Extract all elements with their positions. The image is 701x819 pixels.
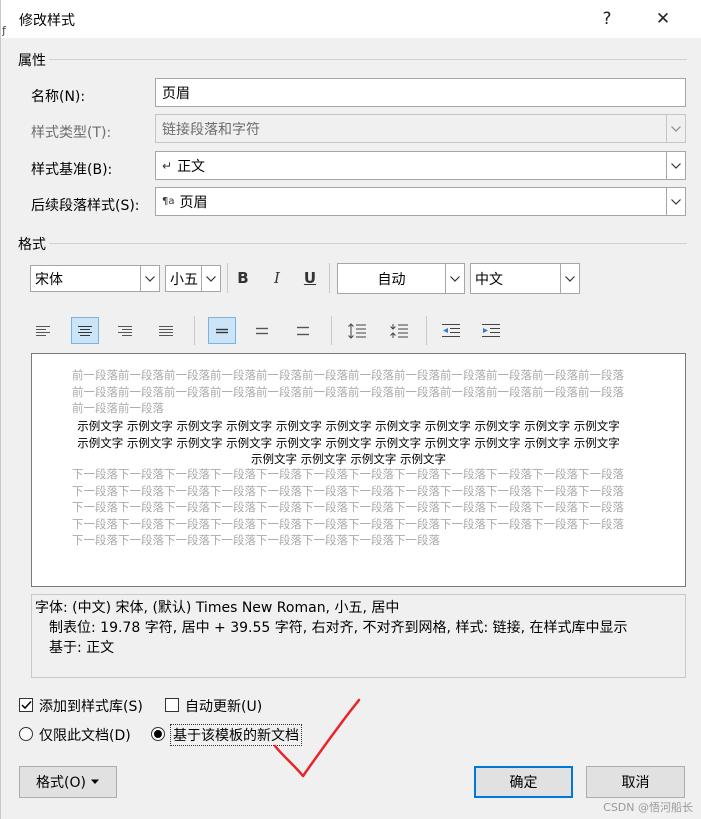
- single-spacing-button[interactable]: [208, 317, 236, 344]
- format-section-label: 格式: [18, 237, 46, 253]
- one-half-spacing-icon: [256, 327, 268, 334]
- next-paragraph-value: 页眉: [179, 194, 208, 211]
- align-center-button[interactable]: [71, 317, 99, 344]
- format-divider: [49, 243, 687, 244]
- chevron-down-icon: [666, 115, 685, 142]
- font-size-select[interactable]: 小五: [165, 265, 221, 292]
- font-value: 宋体: [35, 271, 63, 288]
- decrease-indent-button[interactable]: [437, 317, 465, 344]
- description-line-2: 制表位: 19.78 字符, 居中 + 39.55 字符, 右对齐, 不对齐到网…: [49, 620, 628, 636]
- double-spacing-icon: [297, 326, 309, 335]
- auto-update-checkbox[interactable]: [165, 698, 179, 712]
- format-menu-label: 格式(O): [36, 775, 86, 791]
- align-left-button[interactable]: [29, 317, 57, 344]
- align-center-icon: [78, 325, 92, 336]
- font-size-value: 小五: [170, 271, 198, 288]
- increase-indent-icon: [482, 323, 500, 337]
- new-documents-template-radio[interactable]: [151, 727, 165, 741]
- description-line-3: 基于: 正文: [49, 640, 115, 656]
- preview-next-paragraph: 下一段落下一段落下一段落下一段落下一段落下一段落下一段落下一段落下一段落下一段落…: [72, 467, 624, 547]
- chevron-down-icon[interactable]: [560, 264, 579, 293]
- bold-button[interactable]: B: [230, 265, 256, 291]
- next-paragraph-select[interactable]: ¶a 页眉: [155, 187, 686, 216]
- decrease-indent-icon: [442, 323, 460, 337]
- auto-update-label[interactable]: 自动更新(U): [185, 696, 262, 716]
- next-paragraph-label: 后续段落样式(S):: [31, 198, 140, 214]
- based-on-value: 正文: [177, 158, 206, 175]
- based-on-label: 样式基准(B):: [31, 162, 113, 178]
- close-button[interactable]: ✕: [649, 6, 677, 32]
- justify-button[interactable]: [152, 317, 180, 344]
- one-half-spacing-button[interactable]: [248, 317, 276, 344]
- font-color-select[interactable]: 自动: [337, 263, 465, 294]
- paragraph-mark-icon: ↵: [162, 158, 173, 173]
- ok-button[interactable]: 确定: [474, 766, 573, 798]
- cancel-button[interactable]: 取消: [586, 766, 685, 798]
- style-type-select: 链接段落和字符: [155, 114, 686, 143]
- justify-icon: [159, 325, 173, 336]
- align-right-button[interactable]: [111, 317, 139, 344]
- preview-previous-paragraph: 前一段落前一段落前一段落前一段落前一段落前一段落前一段落前一段落前一段落前一段落…: [72, 368, 624, 415]
- help-button[interactable]: ?: [593, 6, 621, 32]
- triangle-down-icon: [90, 779, 99, 784]
- annotation-check-mark: [273, 698, 361, 778]
- title-bar: 修改样式 ? ✕: [1, 0, 701, 38]
- increase-spacing-icon: [348, 322, 366, 339]
- chevron-down-icon[interactable]: [201, 266, 220, 291]
- watermark: CSDN @悟河船长: [603, 801, 693, 814]
- single-spacing-icon: [216, 328, 228, 333]
- script-select[interactable]: 中文: [470, 263, 580, 294]
- linked-style-icon: ¶a: [162, 196, 175, 207]
- chevron-down-icon[interactable]: [445, 264, 464, 293]
- toolbar-divider: [426, 316, 427, 345]
- align-right-icon: [118, 325, 132, 336]
- script-value: 中文: [475, 271, 503, 288]
- chevron-down-icon[interactable]: [666, 152, 685, 179]
- double-spacing-button[interactable]: [289, 317, 317, 344]
- toolbar-divider: [194, 316, 195, 345]
- only-this-document-radio[interactable]: [19, 727, 33, 741]
- edge-artifact-icon: ƒ: [2, 24, 6, 37]
- add-to-gallery-checkbox[interactable]: [19, 698, 33, 712]
- style-type-label: 样式类型(T):: [31, 125, 112, 141]
- underline-button[interactable]: U: [297, 265, 323, 291]
- chevron-down-icon[interactable]: [666, 188, 685, 215]
- style-preview: 前一段落前一段落前一段落前一段落前一段落前一段落前一段落前一段落前一段落前一段落…: [31, 353, 686, 587]
- increase-paragraph-spacing-button[interactable]: [343, 317, 371, 344]
- dialog-title: 修改样式: [19, 13, 75, 29]
- based-on-select[interactable]: ↵ 正文: [155, 151, 686, 180]
- toolbar-divider: [331, 316, 332, 345]
- style-type-value: 链接段落和字符: [162, 121, 260, 138]
- checkmark-icon: [20, 700, 32, 710]
- only-this-document-label[interactable]: 仅限此文档(D): [39, 725, 131, 745]
- toolbar-divider: [227, 263, 228, 293]
- radio-selected-dot: [154, 730, 162, 738]
- preview-sample-text: 示例文字 示例文字 示例文字 示例文字 示例文字 示例文字 示例文字 示例文字 …: [77, 419, 620, 466]
- toolbar-divider: [329, 263, 330, 293]
- align-left-icon: [36, 325, 50, 336]
- format-menu-button[interactable]: 格式(O): [19, 766, 117, 798]
- add-to-gallery-label[interactable]: 添加到样式库(S): [39, 696, 143, 716]
- font-select[interactable]: 宋体: [30, 265, 160, 292]
- name-label: 名称(N):: [31, 89, 86, 105]
- style-description: 字体: (中文) 宋体, (默认) Times New Roman, 小五, 居…: [31, 594, 686, 678]
- name-input[interactable]: 页眉: [155, 78, 686, 107]
- chevron-down-icon[interactable]: [140, 266, 159, 291]
- modify-style-dialog: 修改样式 ? ✕ ƒ 属性 名称(N): 页眉 样式类型(T): 链接段落和字符…: [0, 0, 701, 819]
- decrease-spacing-icon: [390, 323, 408, 338]
- decrease-paragraph-spacing-button[interactable]: [385, 317, 413, 344]
- font-color-value: 自动: [377, 271, 406, 288]
- description-line-1: 字体: (中文) 宋体, (默认) Times New Roman, 小五, 居…: [35, 600, 400, 616]
- properties-section-label: 属性: [18, 53, 46, 69]
- increase-indent-button[interactable]: [477, 317, 505, 344]
- properties-divider: [49, 59, 687, 60]
- italic-button[interactable]: I: [264, 265, 290, 291]
